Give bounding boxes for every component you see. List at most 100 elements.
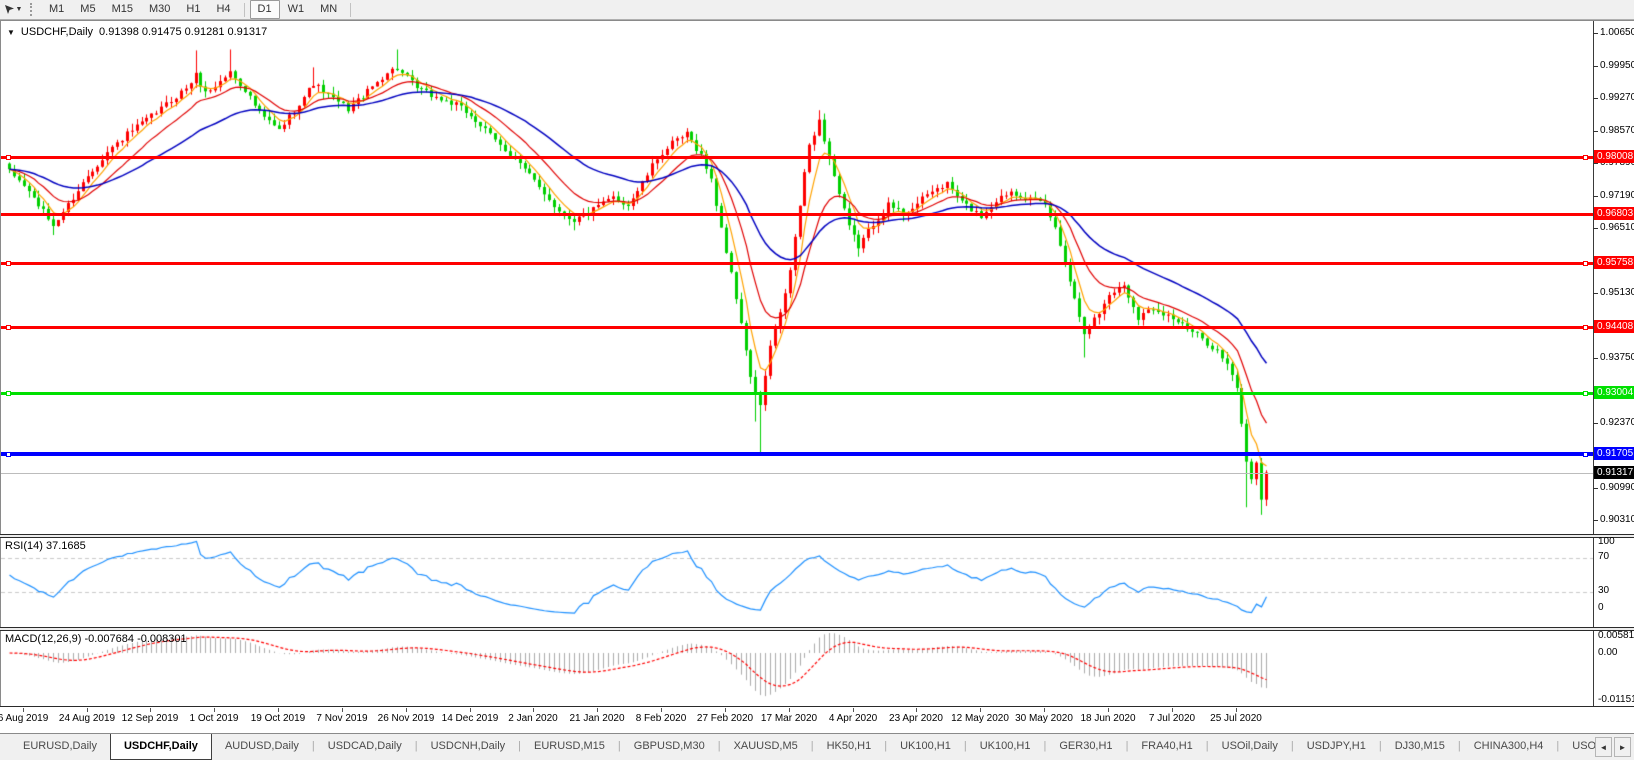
timeframe-button-w1[interactable]: W1 [280, 0, 313, 19]
timeframe-button-m1[interactable]: M1 [41, 0, 72, 19]
hline-handle[interactable] [6, 452, 11, 458]
price-axis-tick [1593, 292, 1598, 294]
hline-handle[interactable] [6, 391, 11, 397]
time-axis-tick [278, 708, 279, 712]
price-axis-tick [1593, 65, 1598, 67]
chart-tab-eurusd-daily[interactable]: EURUSD,Daily [10, 734, 110, 760]
hline-handle[interactable] [1583, 391, 1588, 397]
timeframe-button-h4[interactable]: H4 [208, 0, 238, 19]
chart-tab-fra40-h1[interactable]: FRA40,H1 [1128, 734, 1205, 760]
hline-price-badge: 0.98008 [1594, 150, 1634, 164]
toolbar-separator [350, 2, 352, 17]
chart-tab-usdchf-daily[interactable]: USDCHF,Daily [109, 734, 212, 760]
macd-axis-label: 0.00 [1598, 647, 1618, 658]
price-axis-tick [1593, 520, 1598, 521]
time-axis-tick [214, 708, 215, 712]
time-axis-tick [533, 708, 534, 712]
chart-tab-usdcad-daily[interactable]: USDCAD,Daily [315, 734, 415, 760]
rsi-panel-canvas[interactable] [1, 538, 1593, 627]
price-axis-label: 0.95130 [1600, 286, 1634, 298]
chart-tab-china300-h4[interactable]: CHINA300,H4 [1461, 734, 1557, 760]
trading-terminal-window: ▼ M1 M5 M15 M30 H1 H4 D1 W1 MN ▼ USDCHF,Daily 0.… [0, 0, 1634, 760]
hline-handle[interactable] [1583, 452, 1588, 458]
timeframe-button-d1[interactable]: D1 [249, 0, 280, 19]
chart-tab-uk100-h1[interactable]: UK100,H1 [967, 734, 1044, 760]
price-axis-tick [1593, 227, 1598, 229]
hline-handle[interactable] [6, 324, 11, 330]
macd-axis-label: -0.01151 [1598, 694, 1634, 705]
price-axis-label: 0.90990 [1600, 481, 1634, 493]
price-axis-label: 0.92370 [1600, 416, 1634, 428]
timeframe-button-mn[interactable]: MN [312, 0, 345, 19]
price-axis-border [1593, 21, 1594, 708]
timeframe-button-h1[interactable]: H1 [178, 0, 208, 19]
macd-bottom-border [0, 706, 1634, 708]
panel-separator-macd[interactable] [0, 627, 1634, 631]
tab-scroll-right-button[interactable]: ► [1614, 737, 1631, 757]
price-axis-label: 0.99270 [1600, 91, 1634, 103]
chart-tab-uk100-h1[interactable]: UK100,H1 [887, 734, 964, 760]
hline-handle[interactable] [1583, 155, 1588, 161]
macd-label: MACD(12,26,9) -0.007684 -0.008301 [5, 633, 187, 645]
price-axis-label: 0.98570 [1600, 124, 1634, 136]
time-axis-tick [23, 708, 24, 712]
macd-panel-canvas[interactable] [1, 631, 1593, 706]
time-axis-tick [406, 708, 407, 712]
hline-handle[interactable] [6, 261, 11, 267]
time-axis-tick [597, 708, 598, 712]
chart-tab-bar: EURUSD,Daily USDCHF,Daily AUDUSD,Daily | USD… [0, 733, 1634, 760]
time-axis-tick [725, 708, 726, 712]
price-axis-tick [1593, 357, 1598, 359]
chart-cursor-icon[interactable]: ▼ [0, 1, 26, 18]
hline-0.91705[interactable] [1, 452, 1593, 457]
caret-down-icon: ▼ [15, 6, 23, 13]
chart-tab-audusd-daily[interactable]: AUDUSD,Daily [212, 734, 312, 760]
price-axis-tick [1593, 97, 1598, 99]
chart-tab-xauusd-m5[interactable]: XAUUSD,M5 [721, 734, 811, 760]
time-axis-tick [1172, 708, 1173, 712]
toolbar-grip[interactable] [30, 3, 37, 16]
time-axis-tick [150, 708, 151, 712]
hline-0.94408[interactable] [1, 325, 1593, 329]
chart-tab-dj30-m15[interactable]: DJ30,M15 [1382, 734, 1458, 760]
hline-0.93004[interactable] [1, 392, 1593, 396]
timeframe-button-m30[interactable]: M30 [141, 0, 178, 19]
price-axis-label: 0.93750 [1600, 351, 1634, 363]
price-axis-tick [1593, 487, 1598, 489]
hline-handle[interactable] [1583, 261, 1588, 267]
chart-legend: ▼ USDCHF,Daily 0.91398 0.91475 0.91281 0… [7, 26, 267, 38]
rsi-axis-label: 30 [1598, 585, 1610, 596]
time-axis-tick [470, 708, 471, 712]
hline-price-badge: 0.93004 [1594, 386, 1634, 400]
chart-tab-gbpusd-m30[interactable]: GBPUSD,M30 [621, 734, 718, 760]
tab-scroll-left-button[interactable]: ◄ [1595, 737, 1612, 757]
hline-0.95758[interactable] [1, 262, 1593, 266]
chart-tab-usoil-daily[interactable]: USOil,Daily [1209, 734, 1291, 760]
chart-dropdown-icon[interactable]: ▼ [7, 28, 15, 37]
time-axis-tick [1108, 708, 1109, 712]
chart-tab-usdjpy-h1[interactable]: USDJPY,H1 [1294, 734, 1379, 760]
price-axis-tick [1593, 33, 1598, 34]
hline-price-badge: 0.95758 [1594, 256, 1634, 270]
chart-tab-usdcnh-daily[interactable]: USDCNH,Daily [418, 734, 519, 760]
chart-ohlc-values: 0.91398 0.91475 0.91281 0.91317 [99, 26, 268, 38]
chart-tab-eurusd-m15[interactable]: EURUSD,M15 [521, 734, 618, 760]
hline-0.98008[interactable] [1, 156, 1593, 160]
price-axis-label: 0.96510 [1600, 221, 1634, 233]
price-axis-tick [1593, 195, 1598, 197]
time-axis-tick [342, 708, 343, 712]
timeframe-button-m5[interactable]: M5 [72, 0, 103, 19]
price-axis-label: 0.97190 [1600, 189, 1634, 201]
chart-tab-hk50-h1[interactable]: HK50,H1 [814, 734, 885, 760]
macd-axis-label: 0.005818 [1598, 630, 1634, 641]
price-chart-canvas[interactable] [1, 22, 1593, 534]
rsi-axis-label: 100 [1598, 536, 1615, 547]
hline-price-badge: 0.94408 [1594, 319, 1634, 333]
time-axis[interactable]: 6 Aug 2019 24 Aug 2019 12 Sep 2019 1 Oct 20… [0, 708, 1634, 733]
hline-handle[interactable] [6, 155, 11, 161]
chart-tab-ger30-h1[interactable]: GER30,H1 [1046, 734, 1125, 760]
panel-separator-rsi[interactable] [0, 534, 1634, 538]
hline-handle[interactable] [1583, 324, 1588, 330]
timeframe-button-m15[interactable]: M15 [104, 0, 141, 19]
hline-0.96803[interactable] [1, 213, 1593, 217]
